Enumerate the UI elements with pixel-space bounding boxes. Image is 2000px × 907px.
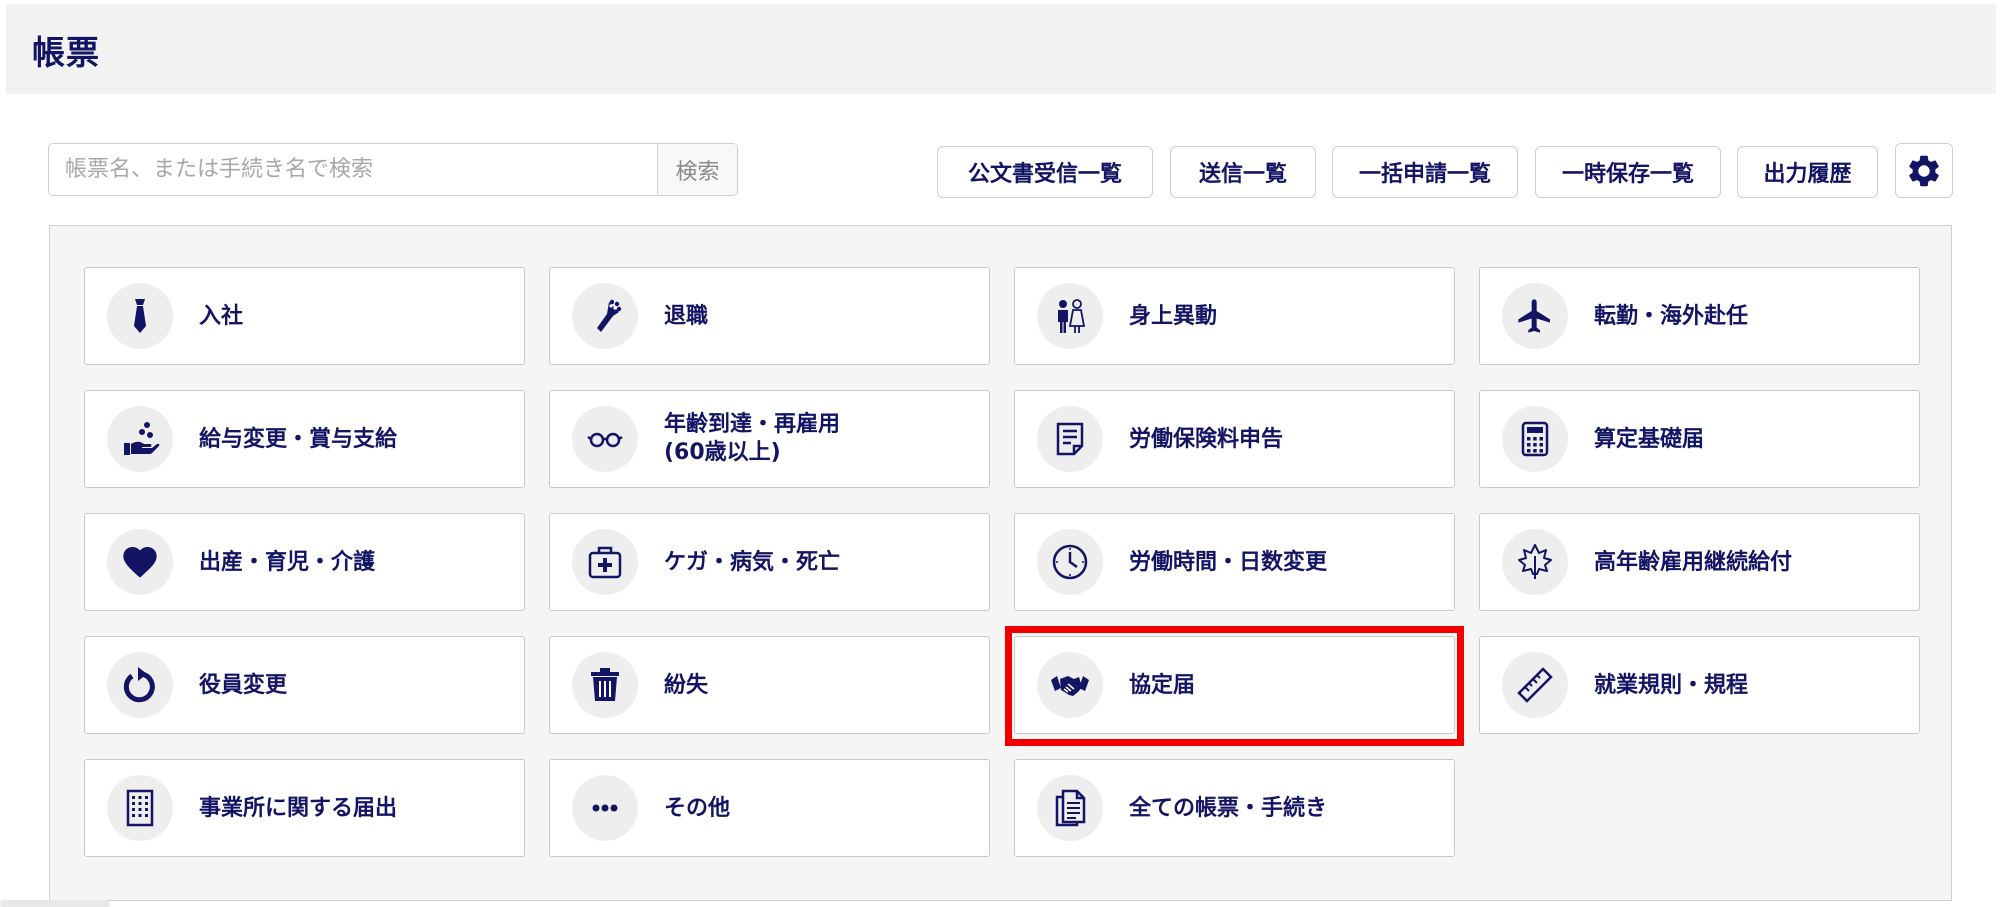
category-card-rodo-jikan[interactable]: 労働時間・日数変更 bbox=[1014, 513, 1455, 611]
calculator-icon bbox=[1521, 421, 1549, 457]
category-label: 転勤・海外赴任 bbox=[1594, 304, 1749, 329]
category-card-sonota[interactable]: その他 bbox=[549, 759, 990, 857]
category-card-shugyo-kisoku[interactable]: 就業規則・規程 bbox=[1479, 636, 1920, 734]
category-card-santei[interactable]: 算定基礎届 bbox=[1479, 390, 1920, 488]
heart-icon bbox=[123, 547, 157, 578]
category-card-nyusha[interactable]: 入社 bbox=[84, 267, 525, 365]
temporary-saved-button[interactable]: 一時保存一覧 bbox=[1535, 146, 1721, 198]
maple-leaf-icon bbox=[1518, 544, 1552, 579]
necktie-icon bbox=[134, 299, 146, 333]
category-label: 入社 bbox=[199, 304, 244, 329]
category-label: 就業規則・規程 bbox=[1594, 673, 1749, 698]
handshake-icon bbox=[1051, 676, 1089, 696]
category-label: 出産・育児・介護 bbox=[199, 550, 376, 575]
category-card-shinjo-ido[interactable]: 身上異動 bbox=[1014, 267, 1455, 365]
category-label: その他 bbox=[664, 796, 731, 821]
sent-list-button[interactable]: 送信一覧 bbox=[1170, 146, 1316, 198]
gear-icon bbox=[1909, 155, 1939, 186]
category-label: 紛失 bbox=[664, 673, 709, 698]
search-button[interactable]: 検索 bbox=[657, 144, 737, 195]
hand-coins-icon bbox=[124, 422, 160, 455]
category-label: ケガ・病気・死亡 bbox=[664, 550, 841, 575]
category-card-yakuin[interactable]: 役員変更 bbox=[84, 636, 525, 734]
document-icon bbox=[1056, 422, 1084, 456]
category-label: 労働保険料申告 bbox=[1129, 427, 1284, 452]
trash-icon bbox=[591, 668, 619, 701]
building-icon bbox=[126, 789, 154, 827]
category-label-line1: 年齢到達・再雇用 bbox=[664, 412, 841, 437]
page-title: 帳票 bbox=[32, 33, 100, 72]
airplane-icon bbox=[1518, 299, 1550, 333]
category-card-rodo-hoken[interactable]: 労働保険料申告 bbox=[1014, 390, 1455, 488]
scrollbar[interactable] bbox=[0, 900, 110, 907]
category-label: 退職 bbox=[664, 304, 709, 329]
glasses-icon bbox=[587, 432, 623, 448]
category-label: 算定基礎届 bbox=[1594, 427, 1705, 452]
category-label: 高年齢雇用継続給付 bbox=[1594, 550, 1793, 575]
first-aid-icon bbox=[588, 546, 622, 579]
output-history-button[interactable]: 出力履歴 bbox=[1737, 146, 1878, 198]
category-card-jigyosho[interactable]: 事業所に関する届出 bbox=[84, 759, 525, 857]
documents-icon bbox=[1055, 789, 1086, 827]
category-card-taishoku[interactable]: 退職 bbox=[549, 267, 990, 365]
category-card-nenrei[interactable]: 年齢到達・再雇用 (60歳以上) bbox=[549, 390, 990, 488]
bouquet-icon bbox=[597, 299, 622, 332]
forms-page: 帳票 検索 公文書受信一覧 送信一覧 一括申請一覧 一時保存一覧 出力履歴 入社 bbox=[0, 0, 2000, 907]
category-label: 協定届 bbox=[1129, 673, 1196, 698]
search-box: 検索 bbox=[48, 143, 738, 196]
category-card-konenrei[interactable]: 高年齢雇用継続給付 bbox=[1479, 513, 1920, 611]
category-card-kyotei[interactable]: 協定届 bbox=[1014, 636, 1455, 734]
search-input[interactable] bbox=[49, 144, 657, 195]
category-card-kega[interactable]: ケガ・病気・死亡 bbox=[549, 513, 990, 611]
couple-icon bbox=[1058, 299, 1086, 333]
clock-icon bbox=[1052, 544, 1088, 580]
category-card-tenkin[interactable]: 転勤・海外赴任 bbox=[1479, 267, 1920, 365]
category-card-shussan[interactable]: 出産・育児・介護 bbox=[84, 513, 525, 611]
bulk-application-button[interactable]: 一括申請一覧 bbox=[1332, 146, 1518, 198]
category-label: 労働時間・日数変更 bbox=[1129, 550, 1328, 575]
settings-button[interactable] bbox=[1895, 143, 1953, 198]
category-card-funshitsu[interactable]: 紛失 bbox=[549, 636, 990, 734]
category-label-line2: (60歳以上) bbox=[664, 440, 781, 465]
refresh-icon bbox=[123, 667, 155, 703]
category-card-kyuyo[interactable]: 給与変更・賞与支給 bbox=[84, 390, 525, 488]
category-label: 全ての帳票・手続き bbox=[1129, 796, 1328, 821]
title-bar: 帳票 bbox=[6, 4, 1996, 94]
category-label: 事業所に関する届出 bbox=[199, 796, 398, 821]
ruler-icon bbox=[1517, 667, 1553, 703]
category-label: 身上異動 bbox=[1129, 304, 1218, 329]
received-documents-button[interactable]: 公文書受信一覧 bbox=[937, 146, 1153, 198]
category-card-all[interactable]: 全ての帳票・手続き bbox=[1014, 759, 1455, 857]
category-label: 役員変更 bbox=[199, 673, 288, 698]
category-label: 給与変更・賞与支給 bbox=[199, 427, 398, 452]
category-panel: 入社 退職 身上異動 転勤・海外赴任 給与変更・賞与支給 年齢到達・再雇用 (6… bbox=[49, 225, 1952, 901]
ellipsis-icon bbox=[592, 804, 618, 812]
